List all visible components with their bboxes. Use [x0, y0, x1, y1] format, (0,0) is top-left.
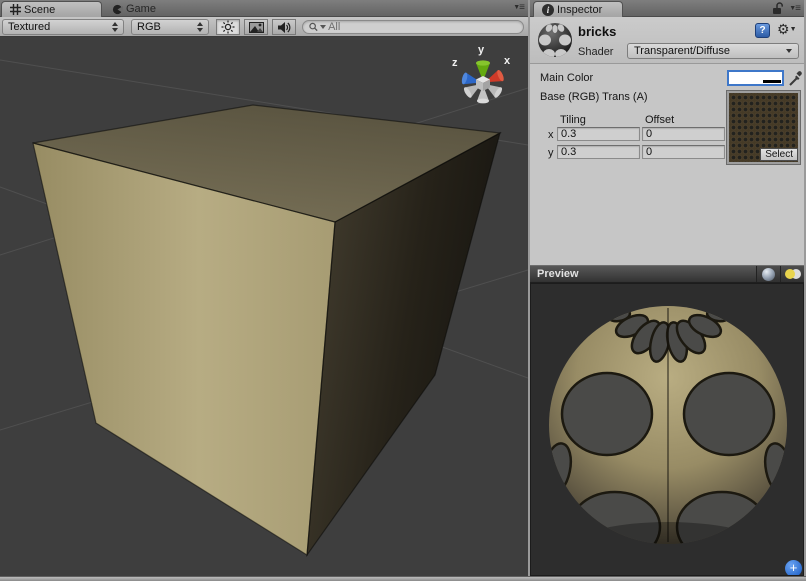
scene-grid-icon	[10, 4, 21, 15]
material-header: bricks Shader Transparent/Diffuse ? ⚙▼	[530, 17, 804, 64]
draw-mode-dropdown[interactable]: Textured	[2, 19, 124, 35]
tab-inspector[interactable]: i Inspector	[533, 1, 623, 17]
search-filter-caret-icon[interactable]	[320, 25, 326, 29]
window-bottom-edge	[0, 576, 806, 581]
material-name: bricks	[578, 24, 616, 39]
inspector-panel: i Inspector ▼≡	[530, 0, 804, 576]
lock-icon[interactable]	[772, 2, 784, 15]
tiling-row-y-label: y	[548, 147, 554, 159]
game-icon	[112, 4, 123, 15]
preview-header[interactable]: Preview	[530, 265, 804, 283]
gear-icon[interactable]: ⚙▼	[777, 21, 797, 38]
offset-x-input[interactable]	[642, 127, 725, 141]
scene-panel: Scene Game ▼≡ Textured RGB	[0, 0, 528, 576]
tiling-row-x-label: x	[548, 129, 554, 141]
search-icon	[309, 22, 318, 32]
textured-cube[interactable]	[33, 84, 528, 576]
search-input[interactable]	[328, 21, 517, 33]
tab-game[interactable]: Game	[106, 1, 166, 17]
base-texture-thumbnail[interactable]: Select	[727, 91, 800, 164]
scene-viewport[interactable]: y x z	[0, 37, 528, 576]
speaker-icon	[277, 21, 291, 34]
chevron-down-icon	[786, 49, 792, 53]
unity-editor-window: Scene Game ▼≡ Textured RGB	[0, 0, 806, 581]
tiling-y-input[interactable]	[557, 145, 640, 159]
offset-header: Offset	[645, 114, 674, 126]
info-icon: i	[542, 4, 554, 16]
image-icon	[249, 22, 264, 33]
preview-sphere	[531, 284, 803, 575]
lighting-toggle-button[interactable]	[216, 19, 240, 35]
color-mode-dropdown[interactable]: RGB	[131, 19, 209, 35]
tab-inspector-label: Inspector	[557, 4, 602, 16]
help-icon[interactable]: ?	[755, 23, 770, 38]
tab-scene-label: Scene	[24, 4, 55, 16]
scene-menu-icon[interactable]: ▼≡	[513, 2, 524, 13]
inspector-tabbar: i Inspector ▼≡	[530, 0, 804, 17]
scene-tabbar: Scene Game ▼≡	[0, 0, 528, 17]
tab-scene[interactable]: Scene	[1, 1, 102, 17]
material-ball-icon	[536, 21, 574, 59]
gizmo-x-label[interactable]: x	[504, 55, 511, 67]
inspector-menu-icon[interactable]: ▼≡	[789, 3, 800, 14]
gizmo-y-label[interactable]: y	[478, 44, 485, 56]
preview-lighting-toggle-button[interactable]	[780, 266, 804, 282]
color-mode-value: RGB	[137, 21, 193, 33]
shader-dropdown[interactable]: Transparent/Diffuse	[627, 43, 799, 59]
skybox-toggle-button[interactable]	[244, 19, 268, 35]
tab-game-label: Game	[126, 3, 156, 15]
scene-3d-view: y x z	[0, 37, 528, 576]
updown-arrows-icon	[197, 22, 203, 32]
base-map-label: Base (RGB) Trans (A)	[540, 91, 648, 103]
panel-splitter[interactable]	[528, 0, 530, 576]
preview-model-toggle-button[interactable]	[756, 266, 780, 282]
shader-value: Transparent/Diffuse	[634, 45, 730, 57]
tiling-x-input[interactable]	[557, 127, 640, 141]
alpha-bar	[763, 80, 781, 83]
offset-y-input[interactable]	[642, 145, 725, 159]
scene-orientation-gizmo[interactable]: y x z	[452, 44, 511, 103]
sun-icon	[221, 20, 235, 34]
gizmo-center-cube[interactable]	[476, 76, 490, 91]
eyedropper-icon[interactable]	[789, 70, 803, 86]
draw-mode-value: Textured	[8, 21, 108, 33]
updown-arrows-icon	[112, 22, 118, 32]
material-preview-area[interactable]: +	[530, 283, 804, 576]
select-texture-button[interactable]: Select	[760, 148, 798, 161]
audio-toggle-button[interactable]	[272, 19, 296, 35]
sphere-icon	[762, 268, 775, 281]
add-button[interactable]: +	[785, 560, 802, 576]
lights-icon	[785, 269, 801, 279]
scene-toolbar: Textured RGB	[0, 17, 528, 37]
tiling-header: Tiling	[560, 114, 586, 126]
shader-field-label: Shader	[578, 46, 613, 58]
main-color-label: Main Color	[540, 72, 593, 84]
scene-search-field[interactable]	[302, 20, 524, 34]
preview-title: Preview	[530, 268, 579, 280]
gizmo-z-label[interactable]: z	[452, 57, 458, 69]
material-properties: Main Color Base (RGB) Trans (A) Select T…	[530, 64, 804, 265]
main-color-swatch[interactable]	[727, 70, 784, 86]
